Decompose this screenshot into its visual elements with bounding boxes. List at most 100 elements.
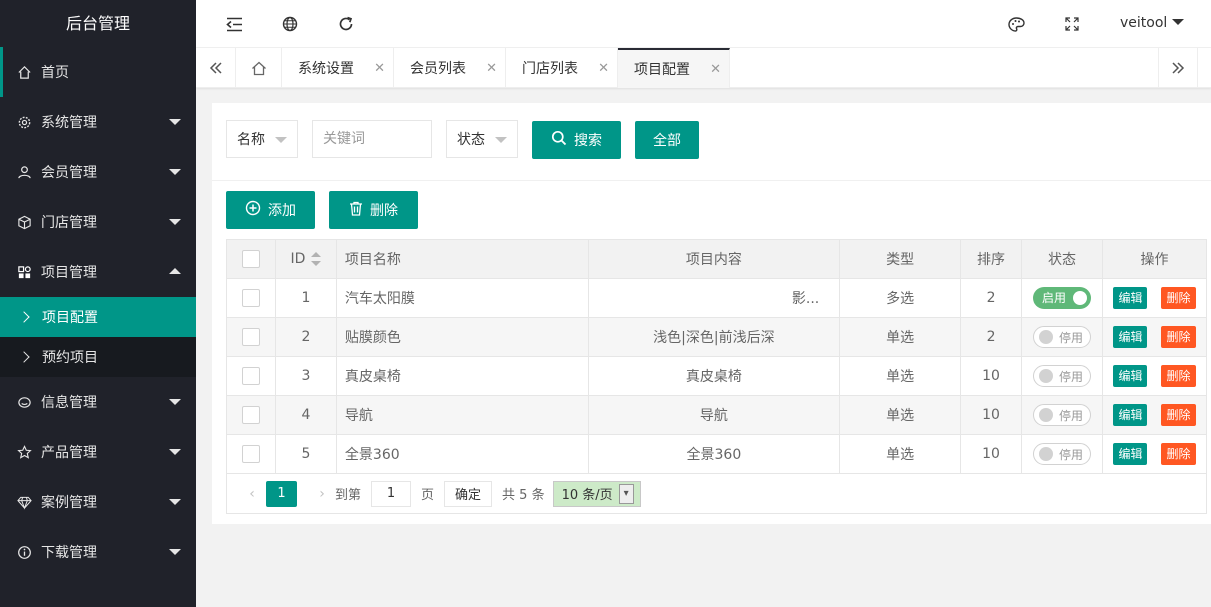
cell-content: 导航 [587, 395, 841, 435]
table-row: 2 贴膜颜色 浅色|深色|前浅后深 单选 2 停用 编辑 删除 [226, 317, 1208, 357]
refresh-icon[interactable] [336, 14, 356, 34]
cell-id: 3 [274, 356, 337, 396]
cell-type: 单选 [839, 317, 962, 357]
row-checkbox[interactable] [241, 328, 260, 346]
row-checkbox[interactable] [241, 406, 260, 424]
row-checkbox[interactable] [241, 367, 260, 385]
sidebar-item-reservation[interactable]: 预约项目 [0, 337, 196, 377]
header-id[interactable]: ID [274, 239, 337, 279]
sidebar-item-members[interactable]: 会员管理 [0, 147, 196, 197]
show-all-button[interactable]: 全部 [635, 121, 699, 159]
cube-icon [16, 214, 32, 230]
tabs-options-icon[interactable] [1198, 48, 1211, 88]
edit-button[interactable]: 编辑 [1113, 287, 1148, 309]
search-button[interactable]: 搜索 [532, 121, 621, 159]
cell-id: 1 [274, 278, 337, 318]
theme-palette-icon[interactable] [1006, 14, 1026, 34]
sidebar-item-project-config[interactable]: 项目配置 [0, 297, 196, 337]
keyword-input[interactable] [312, 120, 432, 158]
next-page-icon[interactable]: › [311, 486, 333, 502]
home-icon [251, 61, 266, 75]
goto-page-input[interactable] [371, 480, 412, 507]
goto-confirm-button[interactable]: 确定 [444, 480, 493, 507]
more-vertical-icon[interactable]: ⋮ [1205, 14, 1211, 33]
goto-label: 到第 [335, 488, 362, 503]
tab-member-list[interactable]: 会员列表 ✕ [394, 48, 506, 88]
sidebar-submenu-projects: 项目配置 预约项目 [0, 297, 196, 377]
sidebar-item-projects[interactable]: 项目管理 [0, 247, 196, 297]
apps-icon [16, 264, 32, 280]
toggle-knob [1038, 447, 1053, 461]
row-delete-button[interactable]: 删除 [1161, 287, 1196, 309]
sidebar-item-info[interactable]: 信息管理 [0, 377, 196, 427]
status-select[interactable]: 状态 [446, 120, 518, 158]
field-select[interactable]: 名称 [226, 120, 298, 158]
cell-type: 单选 [839, 395, 962, 435]
status-toggle[interactable]: 启用 [1032, 287, 1091, 309]
sidebar-item-home[interactable]: 首页 [0, 47, 196, 97]
edit-button[interactable]: 编辑 [1113, 443, 1148, 465]
cell-actions: 编辑 删除 [1101, 356, 1208, 396]
edit-button[interactable]: 编辑 [1113, 365, 1148, 387]
sidebar-item-stores[interactable]: 门店管理 [0, 197, 196, 247]
fullscreen-icon[interactable] [1062, 14, 1082, 34]
sidebar-item-downloads[interactable]: 下载管理 [0, 527, 196, 577]
status-toggle[interactable]: 停用 [1032, 326, 1091, 348]
row-checkbox[interactable] [241, 445, 260, 463]
toggle-knob [1072, 291, 1087, 305]
header-select-all[interactable] [226, 239, 276, 279]
row-checkbox[interactable] [241, 289, 260, 307]
status-toggle[interactable]: 停用 [1032, 404, 1091, 426]
user-menu[interactable]: veitool [1120, 15, 1185, 31]
tab-system-settings[interactable]: 系统设置 ✕ [282, 48, 394, 88]
sidebar-item-products[interactable]: 产品管理 [0, 427, 196, 477]
current-page[interactable]: 1 [266, 480, 297, 507]
chat-icon [16, 394, 32, 410]
status-toggle[interactable]: 停用 [1032, 443, 1091, 465]
chevron-down-icon [169, 169, 181, 175]
star-icon [16, 444, 32, 460]
cell-name: 贴膜颜色 [335, 317, 589, 357]
tab-project-config[interactable]: 项目配置 ✕ [618, 48, 730, 88]
chevron-down-icon [495, 137, 507, 143]
search-icon [551, 130, 567, 150]
tab-store-list[interactable]: 门店列表 ✕ [506, 48, 618, 88]
add-button[interactable]: 添加 [226, 191, 315, 229]
prev-page-icon[interactable]: ‹ [241, 486, 263, 502]
page-size-select[interactable]: 10 条/页 ▾ [552, 480, 641, 507]
chevron-up-icon [169, 268, 181, 274]
row-delete-button[interactable]: 删除 [1161, 443, 1196, 465]
row-delete-button[interactable]: 删除 [1161, 326, 1196, 348]
row-delete-button[interactable]: 删除 [1161, 404, 1196, 426]
tabs-scroll-left-icon[interactable] [196, 48, 236, 88]
status-toggle[interactable]: 停用 [1032, 365, 1091, 387]
cell-type: 单选 [839, 434, 962, 474]
edit-button[interactable]: 编辑 [1113, 326, 1148, 348]
tab-label: 系统设置 [298, 61, 354, 77]
tab-home[interactable] [236, 48, 282, 88]
cell-name: 汽车太阳膜 [335, 278, 589, 318]
sidebar-item-system[interactable]: 系统管理 [0, 97, 196, 147]
sidebar-item-label: 信息管理 [41, 395, 97, 411]
menu-fold-icon[interactable] [224, 14, 244, 34]
row-select-cell [226, 278, 276, 318]
total-count: 共 5 条 [502, 488, 545, 503]
select-all-checkbox[interactable] [241, 250, 260, 268]
close-icon[interactable]: ✕ [486, 61, 497, 76]
toggle-knob [1038, 369, 1053, 383]
cell-content: 浅色|深色|前浅后深 [587, 317, 841, 357]
sidebar-item-cases[interactable]: 案例管理 [0, 477, 196, 527]
sort-icon[interactable] [311, 252, 322, 266]
close-icon[interactable]: ✕ [598, 61, 609, 76]
cell-actions: 编辑 删除 [1101, 434, 1208, 474]
delete-button[interactable]: 删除 [329, 191, 418, 229]
close-icon[interactable]: ✕ [374, 61, 385, 76]
cell-actions: 编辑 删除 [1101, 317, 1208, 357]
globe-icon[interactable] [280, 14, 300, 34]
tabs-scroll-right-icon[interactable] [1158, 48, 1198, 88]
status-select-value: 状态 [457, 132, 485, 148]
close-icon[interactable]: ✕ [710, 62, 721, 77]
cell-order: 10 [960, 356, 1022, 396]
edit-button[interactable]: 编辑 [1113, 404, 1148, 426]
row-delete-button[interactable]: 删除 [1161, 365, 1196, 387]
